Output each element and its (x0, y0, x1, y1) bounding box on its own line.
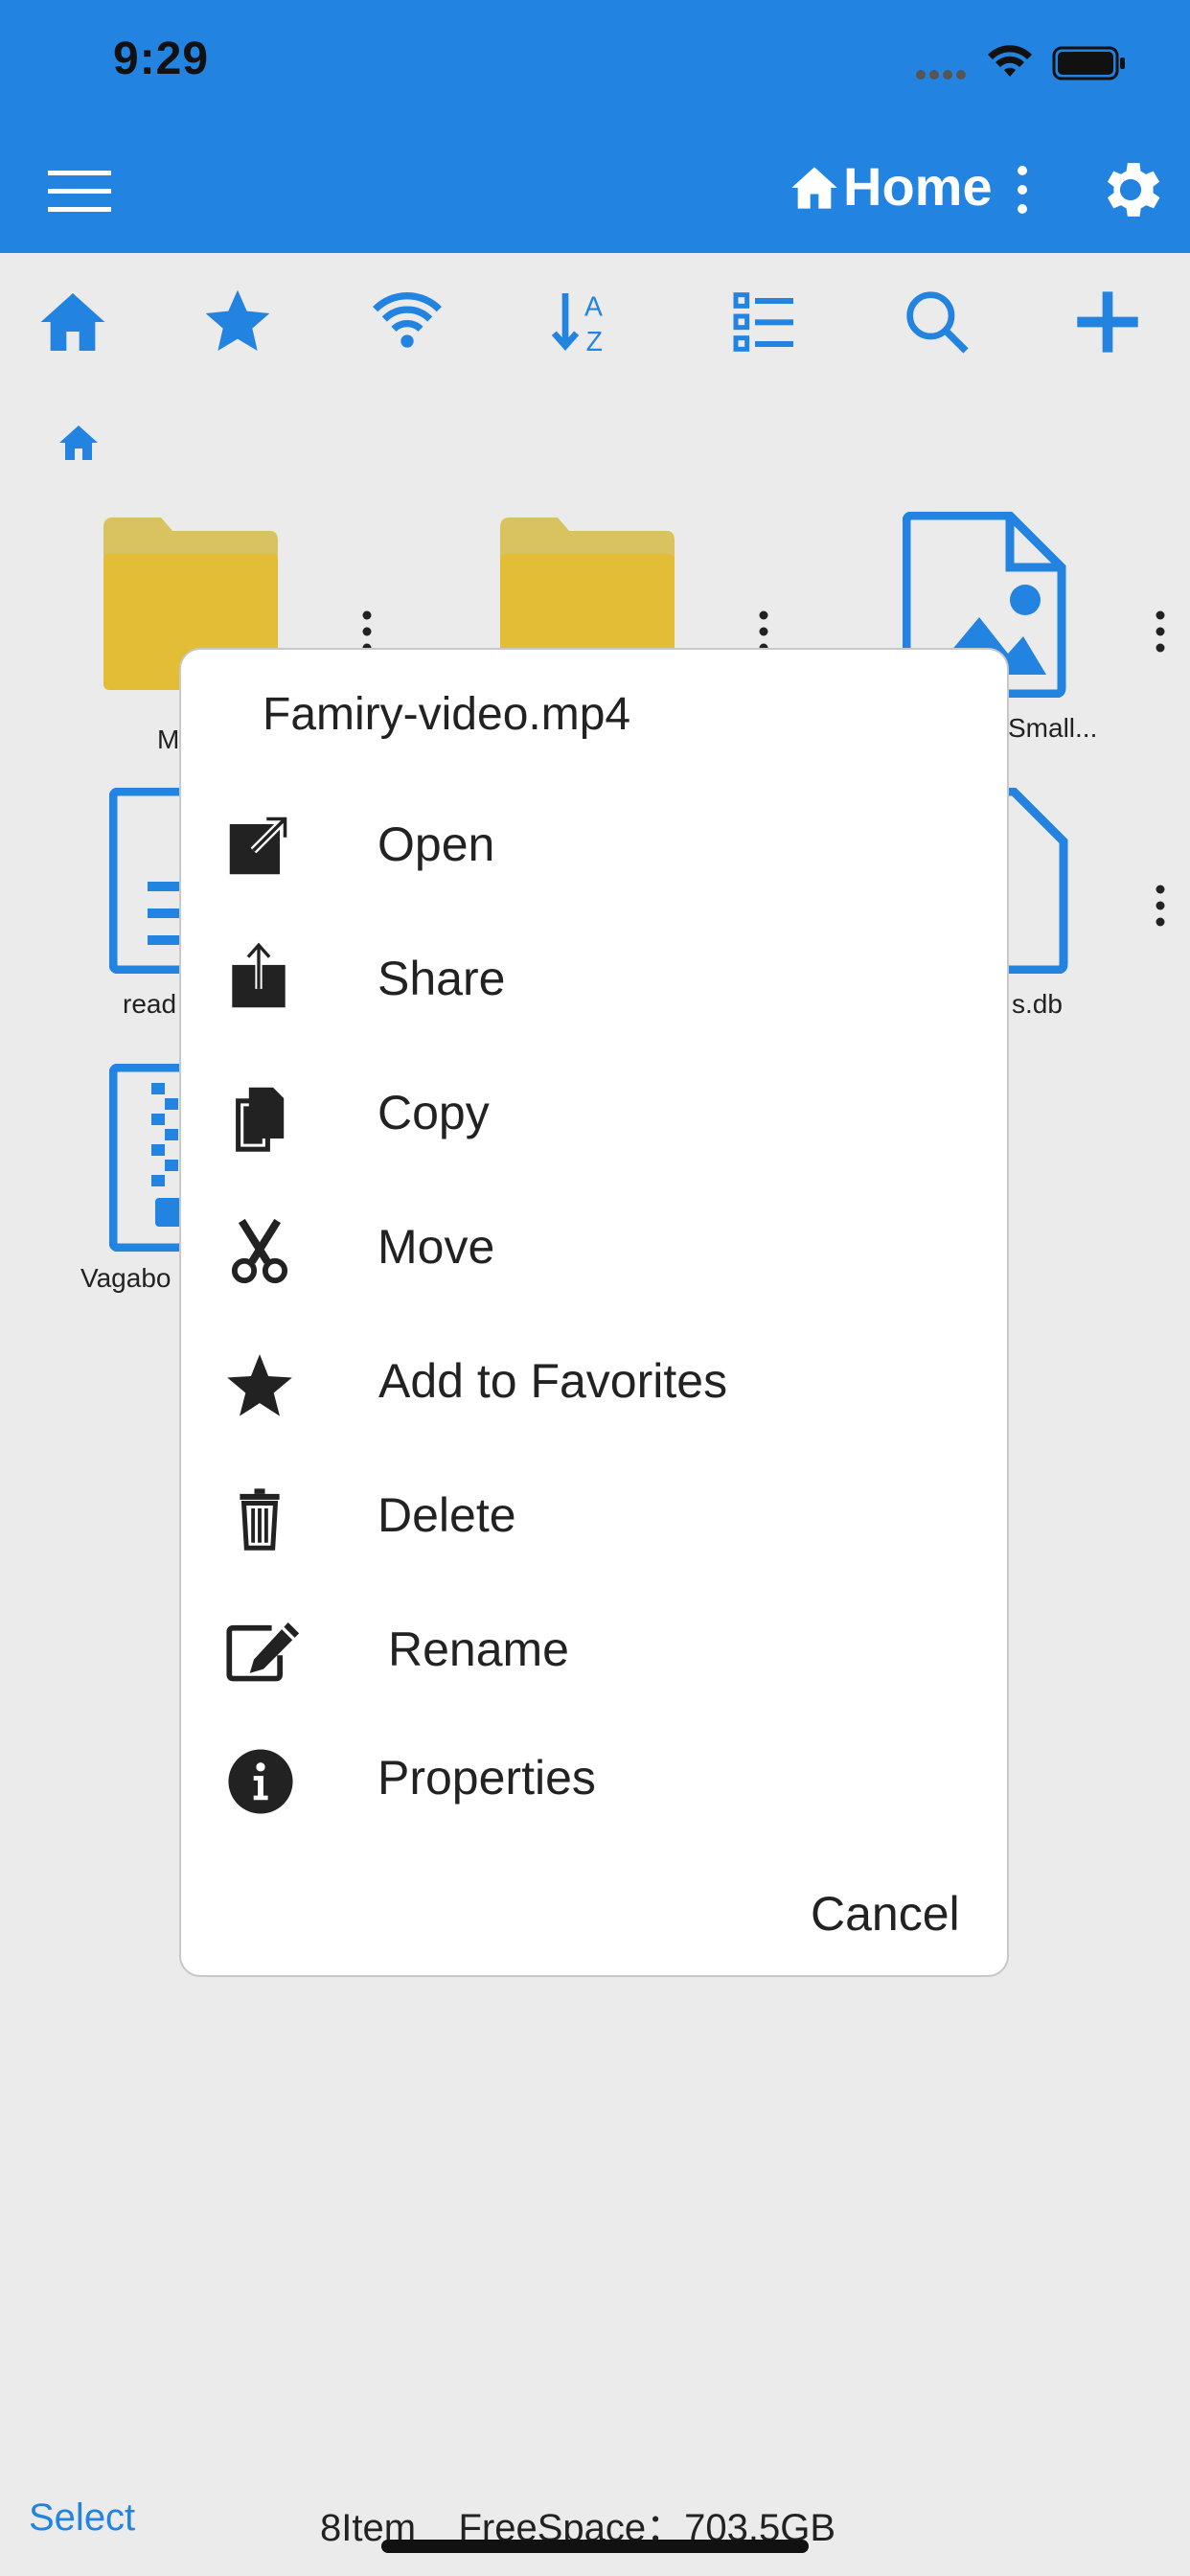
open-external-icon (229, 815, 289, 875)
menu-item-label: Rename (388, 1622, 569, 1676)
menu-item-label: Copy (378, 1086, 490, 1139)
menu-item-copy[interactable]: Copy (179, 1050, 1009, 1175)
svg-text:A: A (584, 291, 603, 322)
menu-item-label: Delete (378, 1488, 516, 1542)
file-more-icon[interactable] (1146, 608, 1175, 656)
status-time: 9:29 (113, 34, 210, 84)
battery-icon (1052, 46, 1125, 80)
file-label: s.db (1012, 989, 1063, 1019)
menu-item-move[interactable]: Move (179, 1184, 1009, 1309)
file-more-icon[interactable] (1146, 882, 1175, 930)
scissors-icon (231, 1218, 288, 1284)
menu-item-open[interactable]: Open (179, 782, 1009, 907)
signal-icon (916, 70, 966, 80)
file-label: M (157, 724, 180, 754)
file-label: read (123, 989, 177, 1019)
home-indicator (381, 2540, 809, 2553)
menu-item-share[interactable]: Share (179, 916, 1009, 1041)
header-more-icon[interactable] (1016, 165, 1029, 215)
sort-icon[interactable]: A Z (546, 284, 623, 360)
menu-item-label: Open (378, 817, 495, 871)
favorites-star-icon[interactable] (199, 284, 276, 360)
wifi-status-icon (988, 45, 1032, 77)
plus-icon[interactable] (1069, 284, 1146, 360)
menu-item-add-favorites[interactable]: Add to Favorites (179, 1319, 1009, 1443)
copy-icon (236, 1087, 285, 1152)
trash-icon (240, 1488, 280, 1551)
star-icon (227, 1354, 292, 1416)
menu-item-rename[interactable]: Rename (179, 1587, 1009, 1712)
menu-item-label: Move (378, 1220, 495, 1274)
header-title[interactable]: Home (843, 155, 993, 218)
file-label: Vagabo (80, 1263, 172, 1293)
menu-item-properties[interactable]: Properties (179, 1721, 1009, 1846)
search-icon[interactable] (899, 284, 975, 360)
cancel-button[interactable]: Cancel (811, 1886, 960, 1942)
share-icon (232, 941, 286, 1008)
menu-item-label: Add to Favorites (378, 1354, 728, 1408)
breadcrumb-home-icon[interactable] (56, 420, 102, 466)
home-header-icon (791, 167, 837, 209)
menu-item-label: Share (378, 952, 506, 1005)
menu-item-label: Properties (378, 1751, 596, 1805)
gear-icon[interactable] (1094, 153, 1167, 226)
home-icon[interactable] (34, 284, 111, 360)
menu-icon[interactable] (48, 171, 111, 213)
info-icon (228, 1749, 293, 1814)
wifi-icon[interactable] (369, 284, 446, 360)
menu-item-delete[interactable]: Delete (179, 1453, 1009, 1577)
file-label: Small... (1008, 713, 1098, 743)
svg-text:Z: Z (586, 327, 603, 357)
list-view-icon[interactable] (726, 284, 803, 360)
select-button[interactable]: Select (29, 2496, 135, 2540)
edit-icon (226, 1622, 300, 1682)
dialog-title: Famiry-video.mp4 (263, 689, 631, 740)
